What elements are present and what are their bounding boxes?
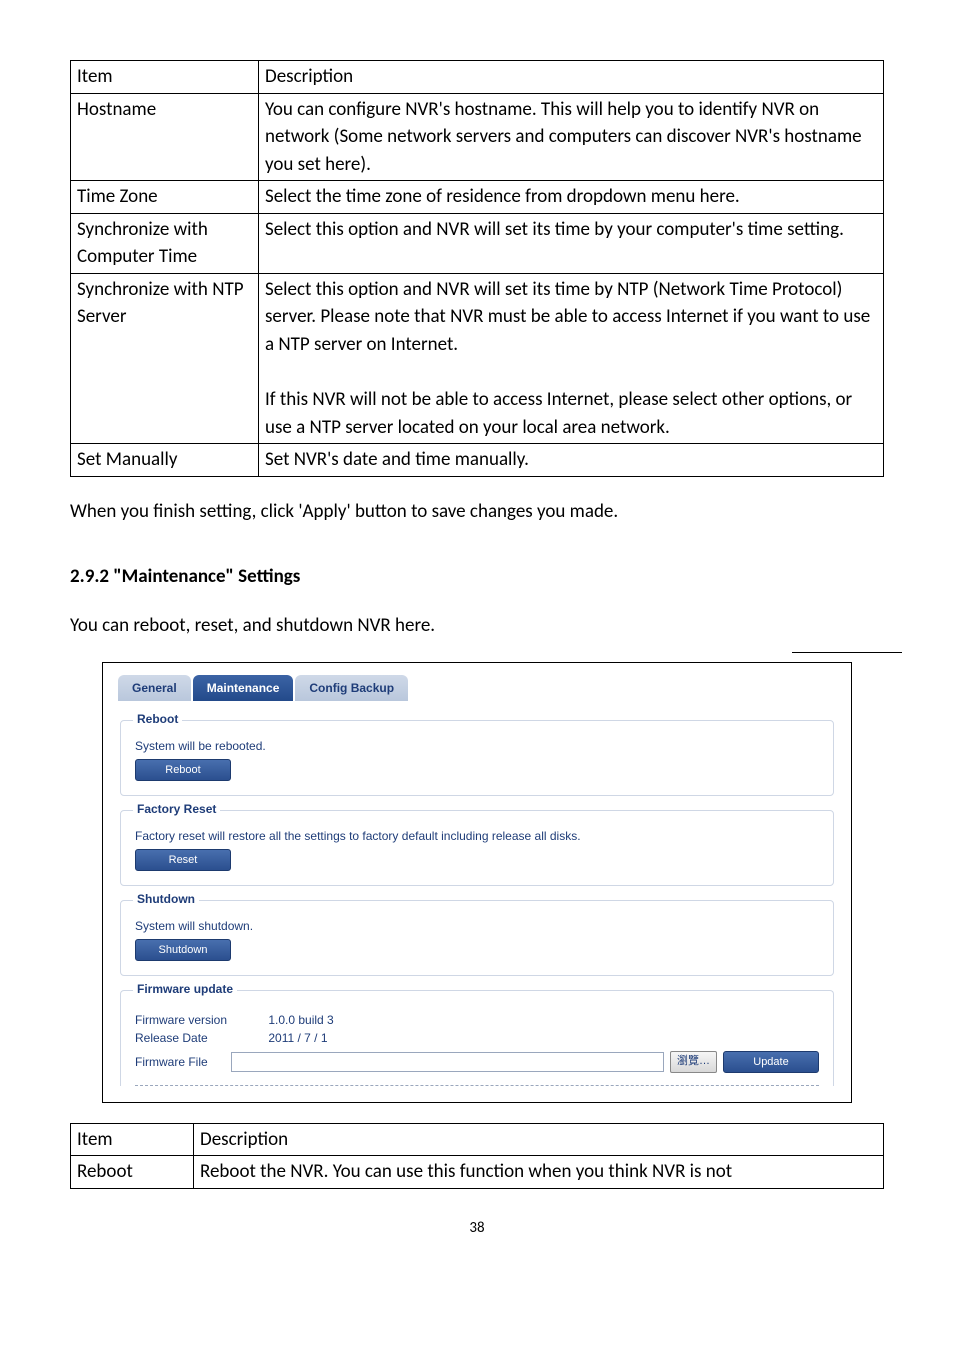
tab-bar: General Maintenance Config Backup — [118, 671, 836, 701]
table1-header-desc: Description — [259, 61, 884, 94]
reboot-button[interactable]: Reboot — [135, 759, 231, 781]
settings-table: Item Description Hostname You can config… — [70, 60, 884, 477]
table1-r2-c0: Synchronize with Computer Time — [71, 213, 259, 273]
maintenance-ui: General Maintenance Config Backup Reboot… — [102, 662, 852, 1103]
dashed-divider — [135, 1085, 819, 1086]
table1-r3-c0: Synchronize with NTP Server — [71, 273, 259, 443]
tab-general[interactable]: General — [118, 675, 191, 701]
browse-button[interactable]: 瀏覽… — [670, 1051, 717, 1073]
table1-r4-c1: Set NVR's date and time manually. — [259, 444, 884, 477]
table1-r1-c1: Select the time zone of residence from d… — [259, 181, 884, 214]
table1-header-item: Item — [71, 61, 259, 94]
reboot-group: Reboot System will be rebooted. Reboot — [120, 720, 834, 796]
shutdown-text: System will shutdown. — [135, 919, 819, 933]
shutdown-group: Shutdown System will shutdown. Shutdown — [120, 900, 834, 976]
table1-r1-c0: Time Zone — [71, 181, 259, 214]
factory-reset-group: Factory Reset Factory reset will restore… — [120, 810, 834, 886]
apply-note: When you finish setting, click 'Apply' b… — [70, 499, 884, 526]
firmware-file-input[interactable] — [231, 1052, 664, 1072]
reset-button[interactable]: Reset — [135, 849, 231, 871]
table1-r4-c0: Set Manually — [71, 444, 259, 477]
shutdown-legend: Shutdown — [133, 892, 199, 906]
update-button[interactable]: Update — [723, 1051, 819, 1073]
factory-reset-legend: Factory Reset — [133, 802, 220, 816]
table1-r0-c1: You can configure NVR's hostname. This w… — [259, 93, 884, 181]
tab-maintenance[interactable]: Maintenance — [193, 675, 294, 701]
release-date-label: Release Date — [135, 1031, 265, 1045]
firmware-version-value: 1.0.0 build 3 — [268, 1013, 333, 1027]
page-number: 38 — [70, 1219, 884, 1237]
maintenance-table: Item Description Reboot Reboot the NVR. … — [70, 1123, 884, 1189]
firmware-version-label: Firmware version — [135, 1013, 265, 1027]
section-heading: 2.9.2 "Maintenance" Settings — [70, 565, 884, 588]
table1-r3-c1: Select this option and NVR will set its … — [259, 273, 884, 443]
table2-r0-c1: Reboot the NVR. You can use this functio… — [194, 1156, 884, 1189]
firmware-file-label: Firmware File — [135, 1055, 225, 1069]
tab-config-backup[interactable]: Config Backup — [295, 675, 408, 701]
table1-r2-c1: Select this option and NVR will set its … — [259, 213, 884, 273]
firmware-update-group: Firmware update Firmware version 1.0.0 b… — [120, 990, 834, 1086]
maintenance-intro: You can reboot, reset, and shutdown NVR … — [70, 613, 884, 640]
firmware-legend: Firmware update — [133, 982, 237, 996]
reboot-text: System will be rebooted. — [135, 739, 819, 753]
release-date-value: 2011 / 7 / 1 — [268, 1031, 327, 1045]
table2-header-item: Item — [71, 1123, 194, 1156]
table1-r0-c0: Hostname — [71, 93, 259, 181]
table2-header-desc: Description — [194, 1123, 884, 1156]
shutdown-button[interactable]: Shutdown — [135, 939, 231, 961]
factory-reset-text: Factory reset will restore all the setti… — [135, 829, 819, 843]
reboot-legend: Reboot — [133, 712, 182, 726]
table2-r0-c0: Reboot — [71, 1156, 194, 1189]
